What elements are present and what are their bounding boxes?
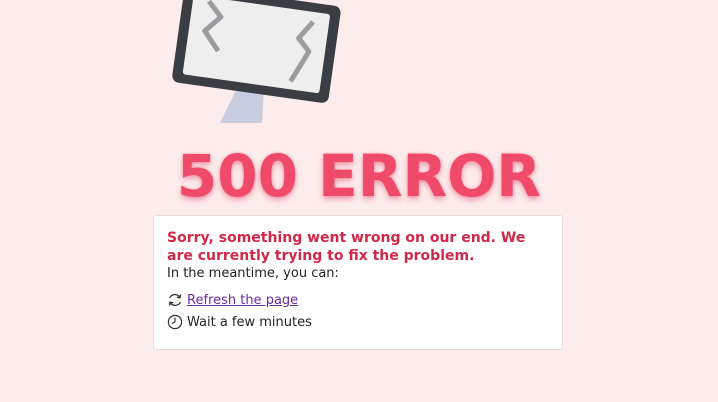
options-list: Refresh the page Wait a few minutes — [167, 289, 550, 333]
intro-text: In the meantime, you can: — [167, 266, 339, 281]
broken-monitor-icon — [160, 0, 350, 130]
error-page: 500 ERROR Sorry, something went wrong on… — [0, 0, 718, 402]
option-wait: Wait a few minutes — [167, 311, 550, 333]
refresh-page-link[interactable]: Refresh the page — [187, 293, 298, 308]
wait-text: Wait a few minutes — [187, 314, 312, 330]
error-heading: 500 ERROR — [176, 142, 542, 210]
refresh-icon — [167, 292, 183, 308]
clock-icon — [167, 314, 183, 330]
option-refresh: Refresh the page — [167, 289, 550, 311]
error-message-card: Sorry, something went wrong on our end. … — [153, 215, 563, 350]
apology-text: Sorry, something went wrong on our end. … — [167, 230, 526, 264]
